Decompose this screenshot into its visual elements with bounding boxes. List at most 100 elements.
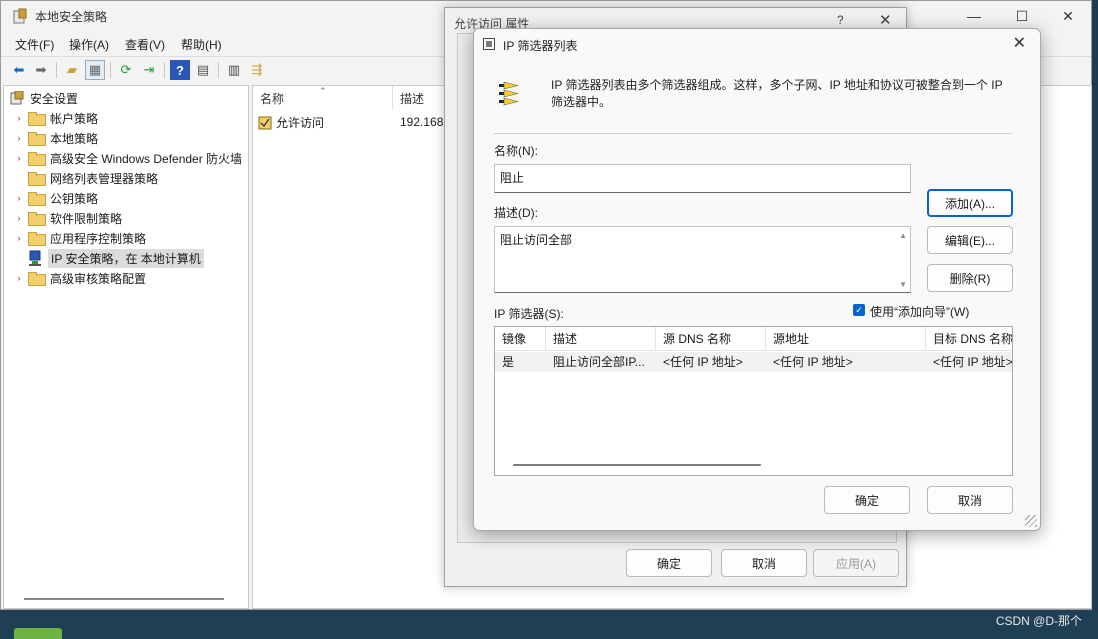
table-header: 镜像 描述 源 DNS 名称 源地址 目标 DNS 名称 bbox=[495, 327, 1012, 351]
menu-view[interactable]: 查看(V) bbox=[125, 36, 165, 53]
sort-arrow-icon: ⌃ bbox=[319, 86, 327, 96]
expand-chevron-icon[interactable]: › bbox=[12, 273, 26, 283]
dialog-title-icon bbox=[483, 38, 495, 50]
toolbar-separator bbox=[56, 62, 57, 78]
tree-pane[interactable]: 安全设置 › 帐户策略 › 本地策略 › 高级安全 Windows Defend… bbox=[3, 85, 249, 609]
expand-chevron-icon[interactable]: › bbox=[12, 193, 26, 203]
menu-help[interactable]: 帮助(H) bbox=[181, 36, 222, 53]
column-header-src-dns[interactable]: 源 DNS 名称 bbox=[656, 327, 766, 351]
ok-button[interactable]: 确定 bbox=[626, 549, 712, 577]
column-header-desc[interactable]: 描述 bbox=[546, 327, 656, 351]
export-icon[interactable]: ⇥ bbox=[139, 60, 159, 80]
tree-item-label: 帐户策略 bbox=[50, 111, 99, 126]
folder-icon bbox=[28, 152, 46, 166]
cancel-button[interactable]: 取消 bbox=[721, 549, 807, 577]
folder-icon bbox=[28, 192, 46, 206]
ok-button[interactable]: 确定 bbox=[824, 486, 910, 514]
column-header-mirror[interactable]: 镜像 bbox=[495, 327, 546, 351]
list-row-desc: 192.168 bbox=[400, 115, 444, 129]
window-title: 本地安全策略 bbox=[35, 10, 108, 24]
close-button[interactable]: ✕ bbox=[1013, 33, 1026, 53]
cancel-button[interactable]: 取消 bbox=[927, 486, 1013, 514]
tree-item-label: 网络列表管理器策略 bbox=[50, 171, 159, 186]
cell-desc: 阻止访问全部IP... bbox=[553, 355, 645, 369]
taskbar-app-icon[interactable] bbox=[14, 628, 62, 639]
expand-chevron-icon[interactable]: › bbox=[12, 213, 26, 223]
watermark: CSDN @D-那个 bbox=[995, 614, 1082, 628]
column-header-name[interactable]: 名称 bbox=[260, 90, 284, 107]
tree-item-ip-security[interactable]: IP 安全策略，在 本地计算机 bbox=[4, 248, 248, 268]
back-icon[interactable]: ⬅ bbox=[9, 60, 29, 80]
table-row[interactable]: 是 阻止访问全部IP... <任何 IP 地址> <任何 IP 地址> <任何 … bbox=[495, 352, 1012, 372]
tree-item-label: IP 安全策略，在 本地计算机 bbox=[48, 248, 204, 268]
list-row[interactable]: 允许访问 bbox=[258, 114, 324, 131]
divider bbox=[494, 133, 1012, 134]
tree-item-firewall[interactable]: › 高级安全 Windows Defender 防火墙 bbox=[4, 148, 248, 168]
folder-icon bbox=[28, 272, 46, 286]
tree-item-account-policy[interactable]: › 帐户策略 bbox=[4, 108, 248, 128]
tree-item-network-list[interactable]: 网络列表管理器策略 bbox=[4, 168, 248, 188]
apply-button[interactable]: 应用(A) bbox=[813, 549, 899, 577]
forward-icon[interactable]: ➡ bbox=[31, 60, 51, 80]
description-field[interactable]: 阻止访问全部 ▲ ▼ bbox=[494, 226, 911, 293]
app-icon bbox=[13, 8, 27, 24]
folder-icon bbox=[28, 232, 46, 246]
table-hscrollbar[interactable] bbox=[513, 464, 761, 466]
assign-policy-icon[interactable]: ⇶ bbox=[247, 60, 267, 80]
description-label: 描述(D): bbox=[494, 206, 538, 220]
wizard-checkbox-label[interactable]: 使用“添加向导”(W) bbox=[870, 303, 969, 320]
scroll-down-icon[interactable]: ▼ bbox=[899, 280, 907, 289]
name-field-value: 阻止 bbox=[500, 171, 525, 185]
column-header-desc[interactable]: 描述 bbox=[400, 90, 424, 107]
properties-icon[interactable]: ▤ bbox=[193, 60, 213, 80]
cell-dst-dns: <任何 IP 地址> bbox=[933, 355, 1013, 369]
tree-item-app-control[interactable]: › 应用程序控制策略 bbox=[4, 228, 248, 248]
column-divider[interactable] bbox=[392, 86, 393, 110]
manage-filter-icon[interactable]: ▥ bbox=[224, 60, 244, 80]
close-button[interactable]: ✕ bbox=[1045, 1, 1091, 31]
expand-chevron-icon[interactable]: › bbox=[12, 153, 26, 163]
minimize-button[interactable]: — bbox=[951, 1, 997, 31]
maximize-button[interactable]: ☐ bbox=[999, 1, 1045, 31]
ip-filters-table[interactable]: 镜像 描述 源 DNS 名称 源地址 目标 DNS 名称 是 阻止访问全部IP.… bbox=[494, 326, 1013, 476]
ip-filter-list-dialog: IP 筛选器列表 ✕ IP 筛选器列表由多个筛选器组成。这样，多个子网、IP 地… bbox=[473, 28, 1041, 531]
expand-chevron-icon[interactable]: › bbox=[12, 133, 26, 143]
menu-action[interactable]: 操作(A) bbox=[69, 36, 109, 53]
refresh-icon[interactable]: ⟳ bbox=[116, 60, 136, 80]
toolbar-separator bbox=[164, 62, 165, 78]
filter-list-icon bbox=[499, 81, 519, 106]
tree-item-advanced-audit[interactable]: › 高级审核策略配置 bbox=[4, 268, 248, 288]
tree-item-software-restriction[interactable]: › 软件限制策略 bbox=[4, 208, 248, 228]
add-button[interactable]: 添加(A)... bbox=[927, 189, 1013, 217]
toolbar-separator bbox=[110, 62, 111, 78]
toolbar-separator bbox=[218, 62, 219, 78]
tree-item-label: 本地策略 bbox=[50, 131, 99, 146]
menu-file[interactable]: 文件(F) bbox=[15, 36, 54, 53]
help-button[interactable]: ? bbox=[837, 13, 844, 27]
tree-item-public-key[interactable]: › 公钥策略 bbox=[4, 188, 248, 208]
remove-button[interactable]: 删除(R) bbox=[927, 264, 1013, 292]
resize-grip[interactable] bbox=[1025, 515, 1037, 527]
column-header-dst-dns[interactable]: 目标 DNS 名称 bbox=[926, 327, 1012, 351]
tree-item-security-settings[interactable]: 安全设置 bbox=[4, 88, 248, 108]
column-header-src-addr[interactable]: 源地址 bbox=[766, 327, 926, 351]
help-icon[interactable]: ? bbox=[170, 60, 190, 80]
tree-hscrollbar[interactable] bbox=[24, 598, 224, 600]
expand-chevron-icon[interactable]: › bbox=[12, 233, 26, 243]
show-tree-icon[interactable]: ▦ bbox=[85, 60, 105, 80]
name-field[interactable]: 阻止 bbox=[494, 164, 911, 193]
folder-icon bbox=[28, 132, 46, 146]
tree-item-label: 安全设置 bbox=[30, 91, 79, 106]
tree-item-local-policy[interactable]: › 本地策略 bbox=[4, 128, 248, 148]
list-row-name: 允许访问 bbox=[276, 116, 325, 130]
up-folder-icon[interactable]: ▰ bbox=[62, 60, 82, 80]
wizard-checkbox[interactable]: ✓ bbox=[853, 304, 865, 316]
folder-icon bbox=[28, 112, 46, 126]
scroll-up-icon[interactable]: ▲ bbox=[899, 231, 907, 240]
cell-src-addr: <任何 IP 地址> bbox=[773, 355, 853, 369]
edit-button[interactable]: 编辑(E)... bbox=[927, 226, 1013, 254]
close-button[interactable]: ✕ bbox=[879, 11, 892, 29]
expand-chevron-icon[interactable]: › bbox=[12, 113, 26, 123]
tree-item-label: 公钥策略 bbox=[50, 191, 99, 206]
tree-item-label: 高级审核策略配置 bbox=[50, 271, 147, 286]
